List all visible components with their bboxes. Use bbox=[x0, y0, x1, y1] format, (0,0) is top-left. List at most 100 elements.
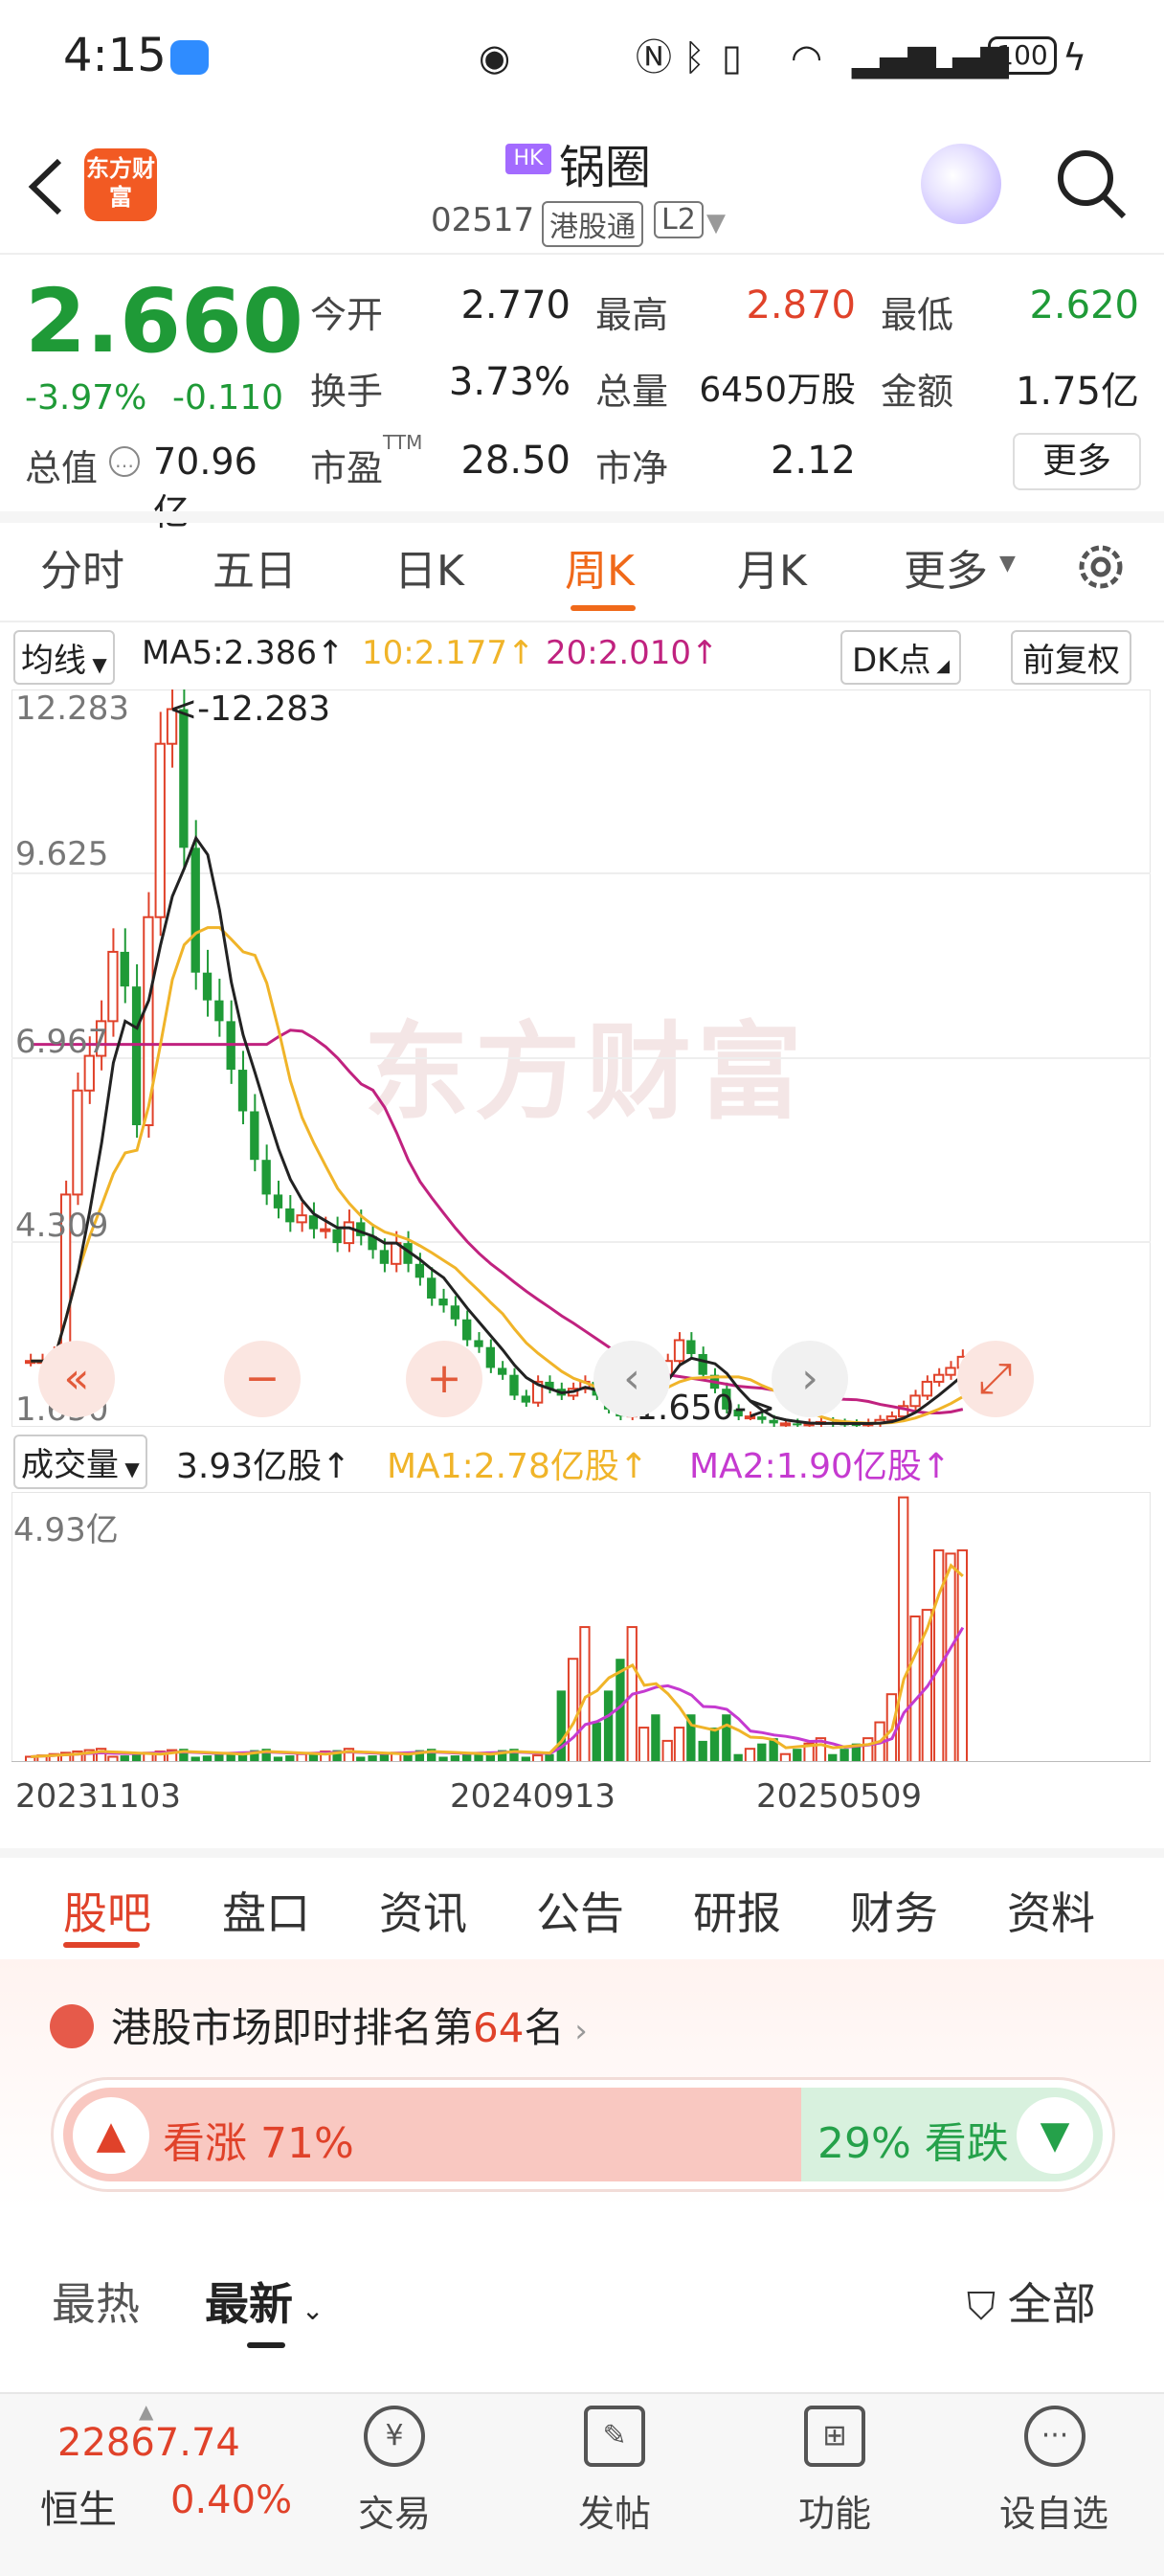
rank-number: 64 bbox=[473, 2004, 525, 2051]
back-arrow-icon[interactable] bbox=[21, 153, 78, 220]
low-value: 2.620 bbox=[1029, 283, 1139, 328]
volume-bar bbox=[131, 1753, 142, 1762]
gear-icon[interactable] bbox=[1072, 538, 1130, 596]
app-logo: 东方财富 bbox=[84, 148, 157, 221]
turnover-label: 换手 bbox=[310, 371, 384, 413]
volume-bar bbox=[757, 1743, 767, 1762]
tab-more[interactable]: 更多 bbox=[904, 536, 988, 598]
volume-bar bbox=[450, 1755, 460, 1762]
zoom-in-button[interactable]: + bbox=[406, 1341, 482, 1417]
candle-body bbox=[779, 1422, 792, 1427]
status-bar: 4:15 ◉ Ⓝ ᛒ ▯ ◠ ▂▄▆ ▂▄▆ 100 ϟ bbox=[0, 0, 1164, 115]
filter-button[interactable]: ⛉ 全部 bbox=[967, 2270, 1096, 2333]
wifi-icon: ◠ bbox=[791, 36, 823, 79]
chevron-down-icon: ⌄ bbox=[293, 2294, 325, 2326]
tab-daily-k[interactable]: 日K bbox=[394, 536, 464, 598]
filter-label: 全部 bbox=[1007, 2278, 1096, 2330]
nav-functions[interactable]: 功能 bbox=[798, 2484, 871, 2537]
y-label-2: 9.625 bbox=[15, 835, 109, 873]
index-change[interactable]: 0.40% bbox=[170, 2478, 292, 2522]
post-icon[interactable]: ✎ bbox=[584, 2406, 645, 2467]
volume-max-label: 4.93亿 bbox=[13, 1511, 119, 1549]
sort-newest-label: 最新 bbox=[205, 2278, 293, 2330]
dk-point-label: DK点 bbox=[852, 642, 931, 680]
info-icon[interactable]: … bbox=[109, 446, 140, 477]
candle-body bbox=[120, 951, 129, 987]
high-label: 最高 bbox=[595, 294, 669, 336]
index-name[interactable]: 恒生 bbox=[40, 2478, 117, 2534]
candle-body bbox=[921, 1380, 933, 1397]
sort-hot[interactable]: 最热 bbox=[52, 2270, 140, 2333]
nav-post[interactable]: 发帖 bbox=[578, 2484, 651, 2537]
more-quote-button[interactable]: 更多 bbox=[1013, 433, 1141, 490]
market-rank-link[interactable]: 港股市场即时排名第64名 › bbox=[111, 1996, 588, 2054]
scroll-next-button[interactable]: › bbox=[772, 1341, 848, 1417]
tab-research[interactable]: 研报 bbox=[693, 1879, 781, 1942]
volume-bar bbox=[661, 1739, 673, 1762]
tab-weekly-k[interactable]: 周K bbox=[565, 536, 635, 598]
volume-bar bbox=[933, 1548, 945, 1762]
candle-body bbox=[190, 847, 200, 973]
indicator-selector[interactable]: 均线 ▼ bbox=[13, 630, 115, 685]
scroll-left-button[interactable]: « bbox=[38, 1341, 115, 1417]
kline-chart[interactable] bbox=[11, 689, 1151, 1427]
volume-ma1: MA1:2.78亿股↑ bbox=[387, 1447, 649, 1486]
volume-bar-group bbox=[25, 1496, 968, 1762]
assistant-avatar[interactable] bbox=[921, 144, 1001, 224]
candle-body bbox=[237, 1070, 248, 1112]
vote-up-icon[interactable]: ▲ bbox=[73, 2097, 149, 2174]
vote-down-icon[interactable]: ▼ bbox=[1017, 2097, 1093, 2174]
section-divider bbox=[0, 511, 1164, 523]
nav-add-watchlist[interactable]: 设自选 bbox=[999, 2484, 1108, 2537]
index-value[interactable]: 22867.74 bbox=[57, 2421, 240, 2465]
more-caret-icon: ▼ bbox=[999, 552, 1016, 576]
dropdown-caret-icon[interactable]: ▼ bbox=[706, 209, 726, 237]
tab-announcements[interactable]: 公告 bbox=[536, 1879, 624, 1942]
volume-bar bbox=[945, 1552, 956, 1762]
candle-body bbox=[107, 950, 119, 1023]
tab-monthly-k[interactable]: 月K bbox=[737, 536, 807, 598]
tab-guba[interactable]: 股吧 bbox=[63, 1879, 151, 1942]
tab-news[interactable]: 资讯 bbox=[379, 1879, 467, 1942]
candle-body bbox=[474, 1340, 483, 1347]
sort-newest[interactable]: 最新 ⌄ bbox=[205, 2270, 324, 2333]
functions-icon[interactable]: ⊞ bbox=[804, 2406, 865, 2467]
zoom-out-button[interactable]: − bbox=[224, 1341, 301, 1417]
volume-bar bbox=[531, 1754, 544, 1762]
candle-body bbox=[179, 709, 189, 848]
candle-body bbox=[450, 1305, 460, 1320]
candle-body bbox=[202, 972, 213, 1001]
volume-bar bbox=[828, 1753, 838, 1762]
search-icon[interactable] bbox=[1053, 146, 1130, 222]
candle-body bbox=[498, 1367, 507, 1375]
volume-bar bbox=[603, 1690, 614, 1762]
candle-body bbox=[793, 1423, 802, 1426]
corner-caret-icon: ◢ bbox=[930, 656, 951, 676]
fullscreen-icon[interactable]: ⤢ bbox=[957, 1341, 1034, 1417]
tab-five-day[interactable]: 五日 bbox=[213, 536, 297, 598]
tab-pankou[interactable]: 盘口 bbox=[222, 1879, 310, 1942]
candle-body bbox=[933, 1373, 945, 1383]
high-value: 2.870 bbox=[746, 283, 856, 328]
volume-bar bbox=[651, 1714, 660, 1762]
dk-point-selector[interactable]: DK点 ◢ bbox=[840, 630, 962, 685]
tab-financials[interactable]: 财务 bbox=[850, 1879, 938, 1942]
rank-suffix: 名 bbox=[524, 2004, 565, 2051]
volume-current: 3.93亿股↑ bbox=[176, 1447, 351, 1486]
stock-code: 02517 bbox=[431, 201, 535, 239]
add-watchlist-icon[interactable]: ··· bbox=[1024, 2406, 1086, 2467]
scroll-prev-button[interactable]: ‹ bbox=[593, 1341, 670, 1417]
tab-profile[interactable]: 资料 bbox=[1007, 1879, 1095, 1942]
adjust-selector[interactable]: 前复权 bbox=[1011, 630, 1131, 685]
volume-indicator-selector[interactable]: 成交量 ▼ bbox=[13, 1435, 147, 1489]
candle-body bbox=[250, 1111, 259, 1161]
stock-name: 锅圈 bbox=[559, 141, 652, 194]
volume-bar bbox=[733, 1753, 743, 1762]
tab-intraday[interactable]: 分时 bbox=[40, 536, 124, 598]
volume-bar bbox=[709, 1728, 720, 1762]
expand-caret-icon[interactable]: ▲ bbox=[139, 2400, 153, 2423]
nav-trade[interactable]: 交易 bbox=[358, 2484, 431, 2537]
trade-icon[interactable]: ¥ bbox=[364, 2406, 425, 2467]
volume-bar bbox=[909, 1616, 921, 1762]
volume-ma2: MA2:1.90亿股↑ bbox=[689, 1447, 951, 1486]
